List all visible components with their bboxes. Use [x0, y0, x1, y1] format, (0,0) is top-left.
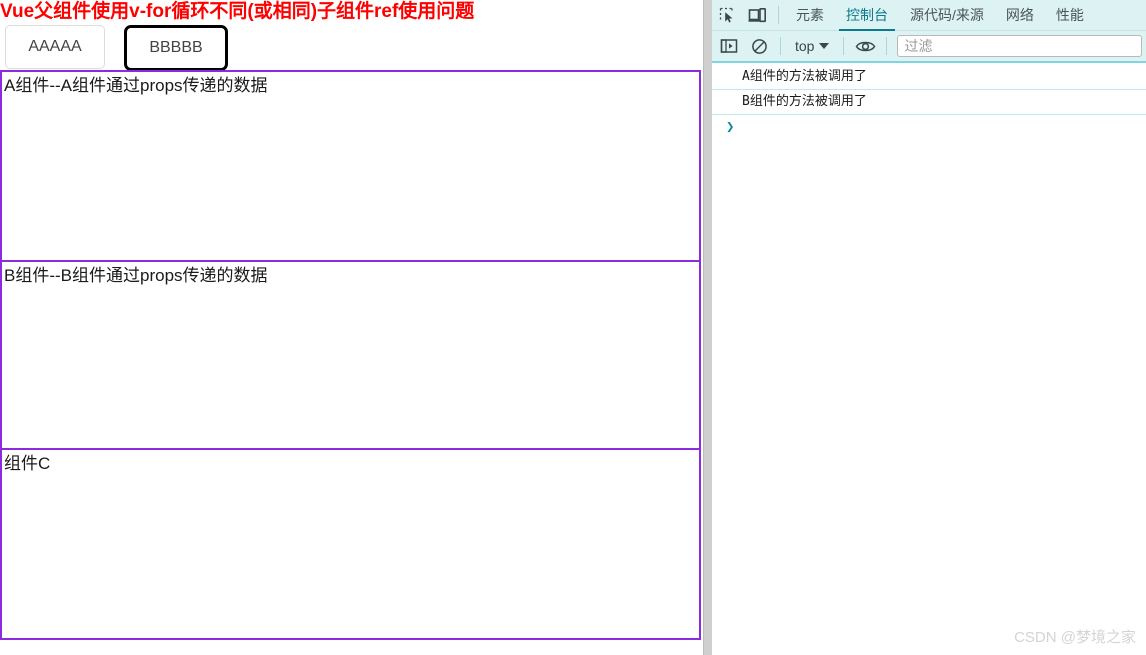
device-toolbar-icon[interactable] — [742, 1, 772, 29]
live-expression-icon[interactable] — [850, 32, 880, 60]
execution-context-label: top — [795, 38, 815, 54]
console-message-row[interactable]: A组件的方法被调用了 — [712, 65, 1146, 90]
component-b-label: B组件--B组件通过props传递的数据 — [4, 266, 268, 285]
console-message-list: A组件的方法被调用了 B组件的方法被调用了 ❯ — [712, 65, 1146, 655]
component-a-label: A组件--A组件通过props传递的数据 — [4, 76, 268, 95]
console-sidebar-icon[interactable] — [714, 32, 744, 60]
tab-sources[interactable]: 源代码/来源 — [899, 0, 995, 31]
toolbar-divider-3 — [843, 37, 845, 55]
page-title: Vue父组件使用v-for循环不同(或相同)子组件ref使用问题 — [0, 1, 475, 22]
console-message-row[interactable]: B组件的方法被调用了 — [712, 90, 1146, 115]
tab-performance[interactable]: 性能 — [1045, 0, 1095, 31]
console-toolbar: top — [712, 31, 1146, 63]
page-scrollbar[interactable] — [703, 0, 712, 655]
component-a-box: A组件--A组件通过props传递的数据 — [0, 70, 701, 262]
component-c-label: 组件C — [4, 454, 51, 473]
devtools-tabbar: 元素 控制台 源代码/来源 网络 性能 — [712, 0, 1146, 31]
devtools-panel: 元素 控制台 源代码/来源 网络 性能 top 过滤 A组件的方法被调用了 B组… — [712, 0, 1146, 655]
tab-elements[interactable]: 元素 — [785, 0, 835, 31]
watermark: CSDN @梦境之家 — [1014, 629, 1136, 646]
tab-network[interactable]: 网络 — [995, 0, 1045, 31]
execution-context-selector[interactable]: top — [787, 35, 837, 57]
component-b-box: B组件--B组件通过props传递的数据 — [0, 260, 701, 450]
toolbar-divider-2 — [780, 37, 781, 55]
button-bbbbb[interactable]: BBBBB — [124, 25, 228, 71]
chevron-down-icon — [819, 43, 830, 49]
tab-console[interactable]: 控制台 — [835, 0, 899, 31]
component-c-box: 组件C — [0, 448, 701, 640]
console-filter-input[interactable] — [897, 35, 1142, 57]
button-aaaaa[interactable]: AAAAA — [5, 25, 105, 69]
browser-page-viewport: Vue父组件使用v-for循环不同(或相同)子组件ref使用问题 AAAAA B… — [0, 0, 703, 655]
clear-console-icon[interactable] — [744, 32, 774, 60]
inspect-element-icon[interactable] — [712, 1, 742, 29]
prompt-arrow-icon: ❯ — [726, 119, 735, 135]
toolbar-divider-4 — [886, 37, 888, 55]
console-prompt[interactable]: ❯ — [712, 115, 1146, 139]
toolbar-divider — [778, 6, 779, 24]
screen-root: Vue父组件使用v-for循环不同(或相同)子组件ref使用问题 AAAAA B… — [0, 0, 1146, 655]
filter-field-wrapper — [897, 35, 1142, 57]
